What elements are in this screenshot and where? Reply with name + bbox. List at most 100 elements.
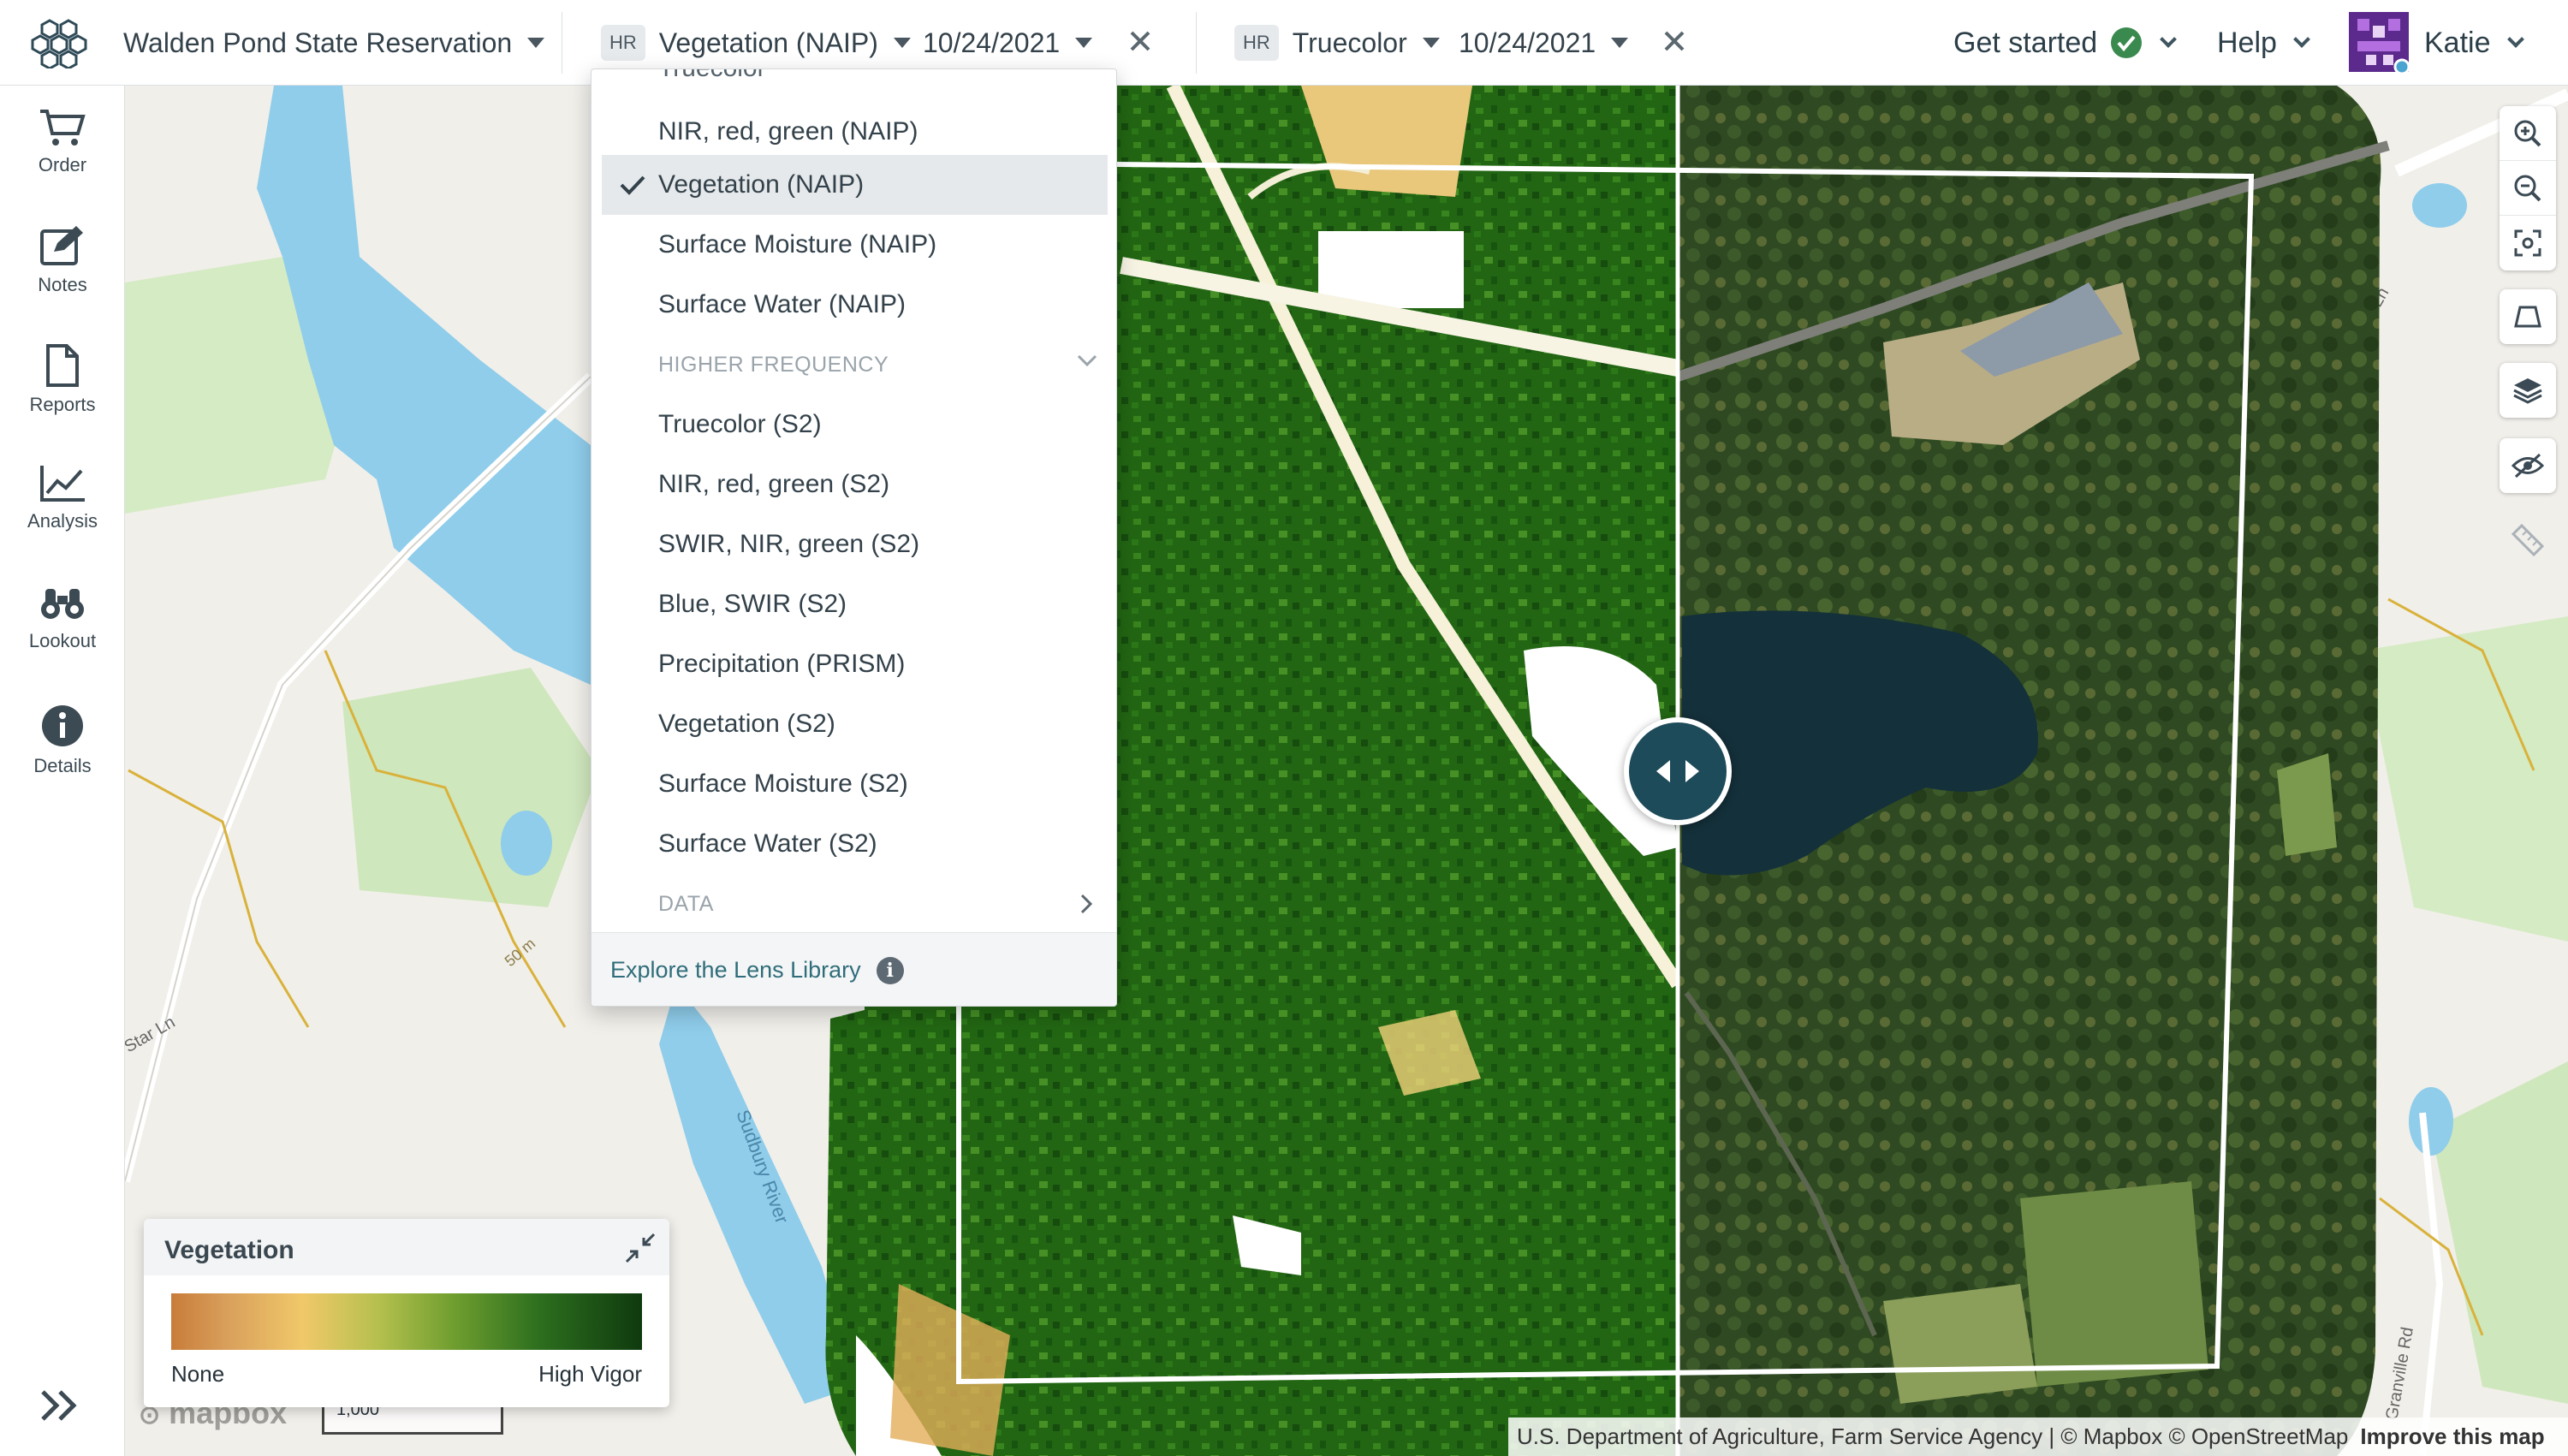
sidebar-item-order[interactable]: Order: [0, 108, 125, 219]
close-right-layer-button[interactable]: [1657, 24, 1691, 58]
ruler-icon: [2511, 523, 2545, 557]
caret-down-icon: [1422, 38, 1440, 48]
explore-lens-library-link[interactable]: Explore the Lens Library i: [591, 932, 1116, 1006]
avatar: [2349, 12, 2409, 74]
document-icon: [46, 344, 79, 387]
ruler-button[interactable]: [2508, 520, 2547, 564]
legend-title: Vegetation: [164, 1236, 294, 1264]
zoom-in-icon: [2514, 120, 2541, 146]
section-header-higher-frequency[interactable]: HIGHER FREQUENCY: [591, 335, 1116, 395]
fit-bounds-icon: [2514, 229, 2541, 257]
sidebar-item-details[interactable]: Details: [0, 704, 125, 815]
footer-link-label: Explore the Lens Library: [610, 957, 861, 983]
dropdown-item[interactable]: Surface Moisture (S2): [591, 754, 1116, 814]
dropdown-item-label: Truecolor: [658, 69, 766, 83]
expand-sidebar-button[interactable]: [38, 1387, 82, 1429]
dropdown-item[interactable]: Surface Water (NAIP): [591, 275, 1116, 335]
right-date-selector[interactable]: 10/24/2021: [1459, 0, 1629, 86]
section-header-label: DATA: [658, 891, 714, 916]
left-date: 10/24/2021: [923, 27, 1061, 58]
fit-bounds-button[interactable]: [2500, 216, 2556, 270]
chevron-down-icon: [2160, 31, 2178, 48]
hide-overlay-button[interactable]: [2500, 438, 2556, 493]
dropdown-item[interactable]: Vegetation (S2): [591, 694, 1116, 754]
caret-down-icon: [1075, 38, 1093, 48]
dropdown-item[interactable]: NIR, red, green (S2): [591, 455, 1116, 514]
sidebar-item-analysis[interactable]: Analysis: [0, 464, 125, 575]
get-started-menu[interactable]: Get started: [1953, 0, 2178, 86]
sidebar-item-lookout[interactable]: Lookout: [0, 584, 125, 695]
dropdown-item[interactable]: Blue, SWIR (S2): [591, 574, 1116, 634]
divider: [1196, 12, 1197, 74]
close-left-layer-button[interactable]: [1123, 24, 1157, 58]
zoom-in-button[interactable]: [2500, 106, 2556, 161]
caret-down-icon: [527, 38, 545, 48]
chevron-down-icon: [2293, 31, 2310, 48]
dropdown-item-label: NIR, red, green (S2): [658, 470, 890, 498]
attribution-text: U.S. Department of Agriculture, Farm Ser…: [1517, 1423, 2349, 1449]
legend-header: Vegetation: [144, 1219, 669, 1275]
chevron-right-icon: [1078, 893, 1095, 921]
dropdown-item-label: SWIR, NIR, green (S2): [658, 530, 920, 558]
get-started-label: Get started: [1953, 26, 2098, 59]
sidebar-item-label: Details: [33, 755, 92, 776]
dropdown-item[interactable]: Surface Moisture (NAIP): [591, 215, 1116, 275]
sidebar-item-label: Lookout: [28, 630, 97, 651]
lens-dropdown-menu: Truecolor NIR, red, green (NAIP) Vegetat…: [591, 68, 1117, 1007]
dropdown-item[interactable]: SWIR, NIR, green (S2): [591, 514, 1116, 574]
swipe-handle[interactable]: [1624, 717, 1732, 825]
section-header-label: HIGHER FREQUENCY: [658, 352, 889, 377]
info-icon[interactable]: i: [876, 956, 904, 984]
user-menu[interactable]: Katie: [2349, 0, 2524, 86]
swipe-arrows-icon: [1656, 760, 1699, 782]
zoom-out-button[interactable]: [2500, 161, 2556, 216]
collapse-arrows-icon: [625, 1233, 656, 1263]
dropdown-item-label: Blue, SWIR (S2): [658, 590, 847, 618]
dropdown-item-truecolor[interactable]: Truecolor: [591, 69, 1116, 98]
top-bar: Walden Pond State Reservation HR Vegetat…: [0, 0, 2568, 86]
sidebar-item-label: Analysis: [27, 510, 98, 532]
section-header-data[interactable]: DATA: [591, 874, 1116, 934]
layers-button[interactable]: [2500, 363, 2556, 418]
app-logo[interactable]: [29, 17, 91, 73]
dropdown-item-selected[interactable]: Vegetation (NAIP): [602, 155, 1108, 215]
resolution-badge: HR: [1234, 25, 1279, 61]
sidebar: Order Notes Reports Analysis Lookout Det…: [0, 86, 125, 1456]
dropdown-item[interactable]: Truecolor (S2): [591, 395, 1116, 455]
eye-slash-icon: [2512, 453, 2544, 478]
note-edit-icon: [40, 226, 83, 265]
project-name: Walden Pond State Reservation: [123, 27, 513, 58]
legend-max-label: High Vigor: [538, 1361, 642, 1387]
sidebar-item-label: Reports: [29, 394, 96, 415]
check-circle-icon: [2111, 27, 2143, 58]
draw-shape-button[interactable]: [2500, 289, 2556, 344]
layers-tool: [2500, 363, 2556, 418]
hexagon-logo-icon: [31, 19, 87, 70]
right-date: 10/24/2021: [1459, 27, 1596, 58]
improve-map-link[interactable]: Improve this map: [2360, 1423, 2544, 1450]
map-attribution: U.S. Department of Agriculture, Farm Ser…: [1508, 1417, 2568, 1456]
resolution-badge: HR: [601, 25, 645, 61]
zoom-controls: [2500, 106, 2556, 270]
dropdown-item-label: Vegetation (NAIP): [658, 170, 865, 199]
project-selector[interactable]: Walden Pond State Reservation: [123, 0, 545, 86]
dropdown-item-label: Surface Water (S2): [658, 829, 877, 858]
help-menu[interactable]: Help: [2217, 0, 2310, 86]
sidebar-item-label: Order: [38, 154, 87, 175]
right-lens-name: Truecolor: [1292, 27, 1407, 58]
help-label: Help: [2217, 26, 2277, 59]
right-lens-selector[interactable]: HR Truecolor: [1234, 0, 1440, 86]
sidebar-item-notes[interactable]: Notes: [0, 224, 125, 336]
dropdown-item[interactable]: Surface Water (S2): [591, 814, 1116, 874]
dropdown-item[interactable]: NIR, red, green (NAIP): [591, 102, 1116, 162]
sidebar-item-reports[interactable]: Reports: [0, 344, 125, 455]
caret-down-icon: [893, 38, 911, 48]
line-chart-icon: [40, 466, 85, 502]
chevron-down-icon: [1076, 350, 1098, 375]
collapse-legend-button[interactable]: [623, 1231, 657, 1269]
left-lens-name: Vegetation (NAIP): [658, 27, 878, 58]
dropdown-item-label: Surface Moisture (NAIP): [658, 230, 937, 259]
dropdown-item[interactable]: Precipitation (PRISM): [591, 634, 1116, 694]
chevron-down-icon: [2506, 31, 2524, 48]
user-name: Katie: [2424, 26, 2491, 59]
